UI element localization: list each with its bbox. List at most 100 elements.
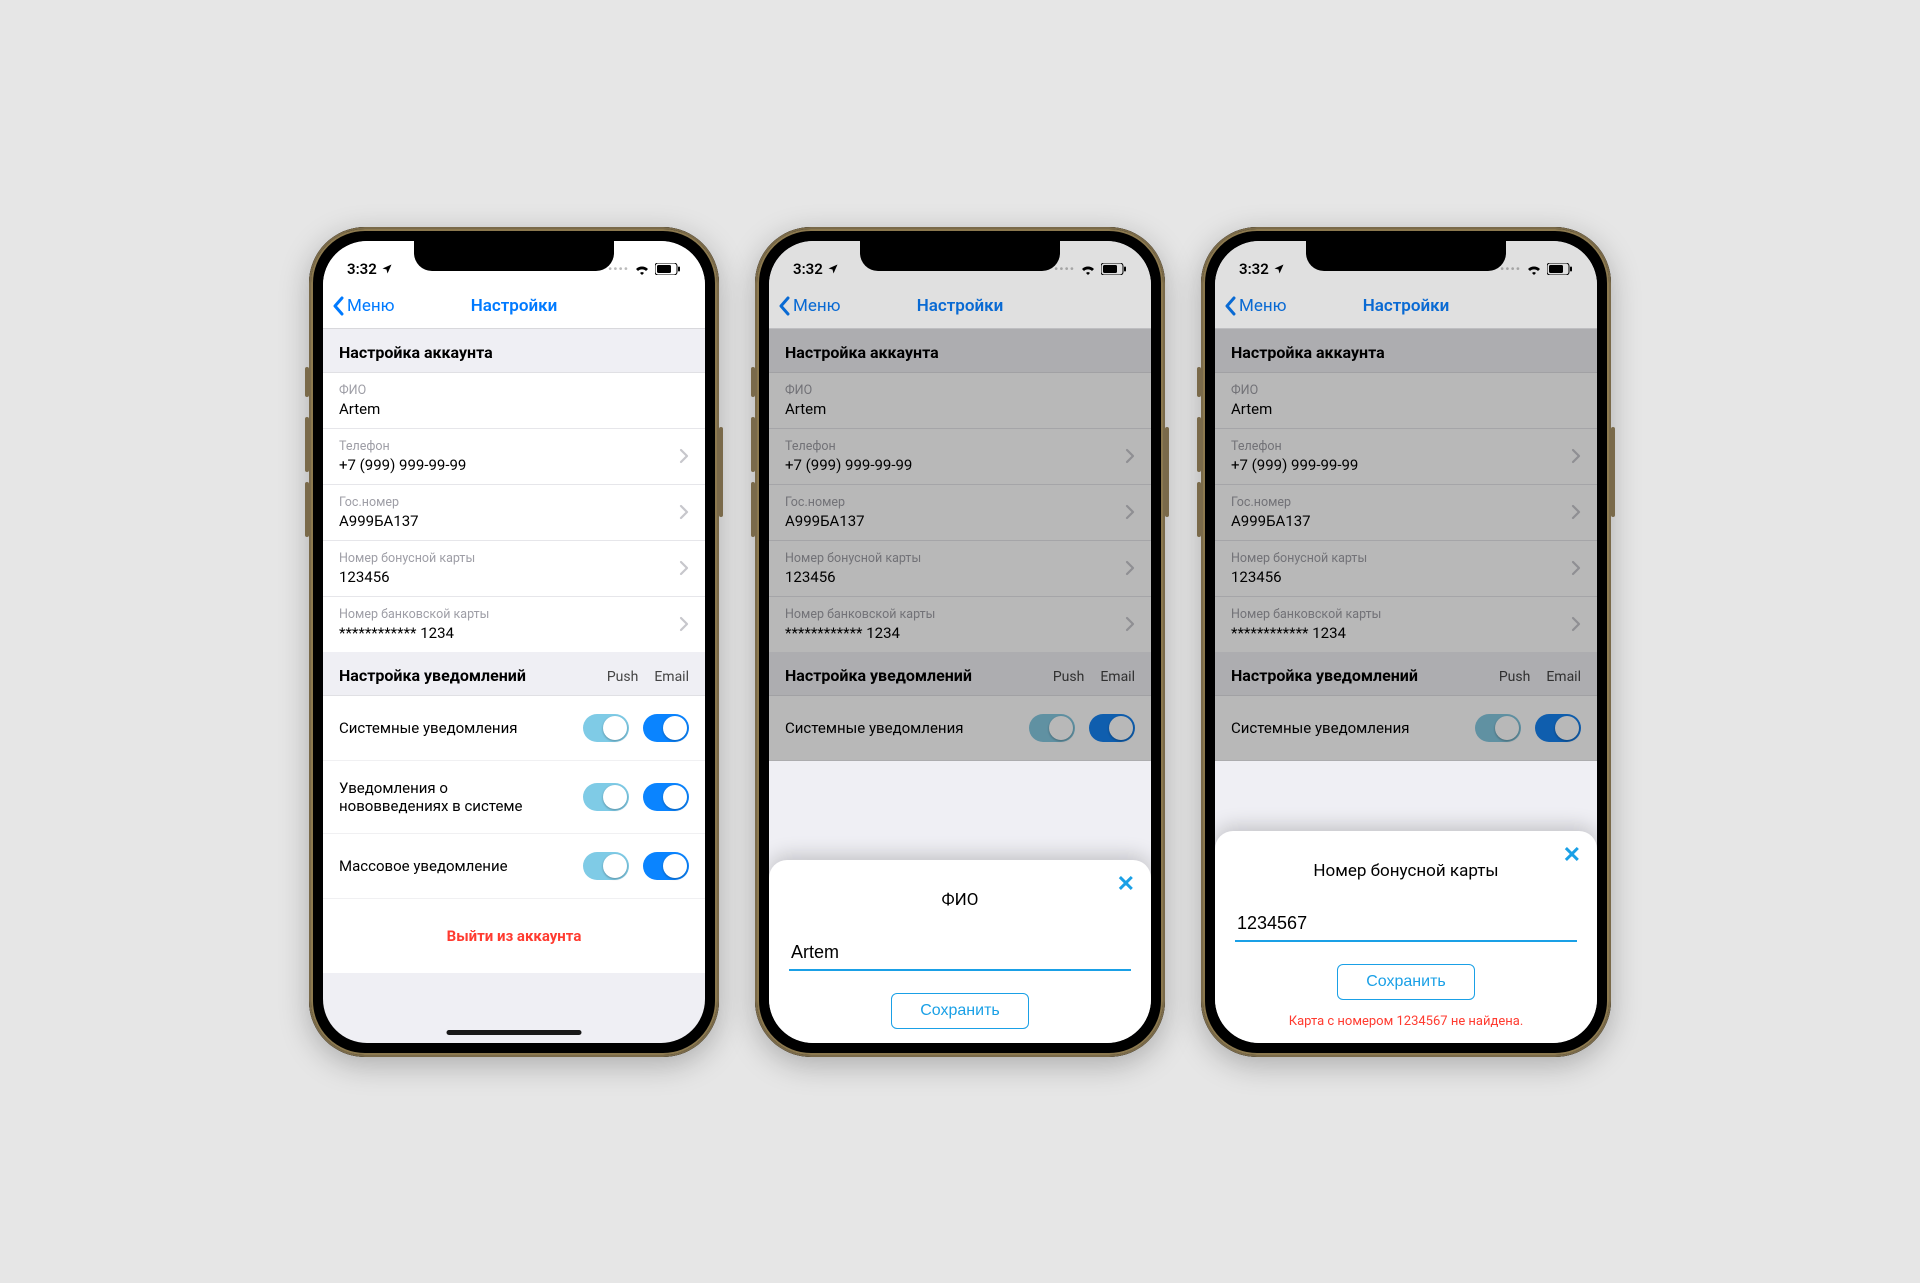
col-push: Push [607,669,639,685]
plate-label: Гос.номер [1231,495,1311,510]
chevron-left-icon [331,296,345,316]
fio-label: ФИО [339,383,380,398]
toggle-news-email[interactable] [643,783,689,811]
back-label: Меню [1239,296,1287,316]
fio-value: Artem [339,400,380,418]
col-email: Email [1100,669,1135,685]
logout-button[interactable]: Выйти из аккаунта [323,899,705,973]
row-phone[interactable]: Телефон+7 (999) 999-99-99 [769,429,1151,485]
row-bonus-card[interactable]: Номер бонусной карты 123456 [769,541,1151,597]
notifications-section-header: Настройка уведомлений PushEmail [1215,652,1597,696]
bonus-label: Номер бонусной карты [785,551,921,566]
fio-value: Artem [785,400,826,418]
status-time: 3:32 [1239,260,1269,278]
save-button[interactable]: Сохранить [891,993,1029,1029]
toggle-mass-email[interactable] [643,852,689,880]
bank-value: ************ 1234 [339,624,489,642]
bank-label: Номер банковской карты [339,607,489,622]
location-icon [827,263,839,275]
fio-value: Artem [1231,400,1272,418]
row-fio[interactable]: ФИО Artem [769,373,1151,429]
phone-frame-1: 3:32 •••• Меню Настройки Настройка [309,227,719,1057]
col-email: Email [654,669,689,685]
plate-value: А999БА137 [785,512,865,530]
bonus-value: 123456 [785,568,921,586]
plate-value: А999БА137 [1231,512,1311,530]
toggle-system-email[interactable] [1089,714,1135,742]
phone-value: +7 (999) 999-99-99 [339,456,466,474]
notch [860,241,1060,271]
chevron-right-icon [1571,616,1581,632]
save-button[interactable]: Сохранить [1337,964,1475,1000]
chevron-right-icon [1125,448,1135,464]
fio-input[interactable] [789,936,1131,971]
notif-mass-label: Массовое уведомление [339,857,508,875]
phone-frame-2: 3:32 •••• Меню Настройки Настройка [755,227,1165,1057]
toggle-system-email[interactable] [643,714,689,742]
notifications-section-header: Настройка уведомлений Push Email [323,652,705,696]
row-fio[interactable]: ФИО Artem [323,373,705,429]
bonus-value: 123456 [339,568,475,586]
battery-icon [1101,263,1127,275]
row-phone[interactable]: Телефон+7 (999) 999-99-99 [1215,429,1597,485]
bonus-card-input[interactable] [1235,907,1577,942]
location-icon [1273,263,1285,275]
row-plate[interactable]: Гос.номерА999БА137 [769,485,1151,541]
status-time: 3:32 [347,260,377,278]
toggle-system-email[interactable] [1535,714,1581,742]
back-button[interactable]: Меню [1215,296,1287,316]
row-plate[interactable]: Гос.номер А999БА137 [1215,485,1597,541]
nav-bar: Меню Настройки [323,285,705,329]
phone-label: Телефон [1231,439,1358,454]
home-indicator[interactable] [447,1030,582,1035]
notif-system-label: Системные уведомления [339,719,517,737]
notch [414,241,614,271]
back-button[interactable]: Меню [323,296,395,316]
fio-label: ФИО [1231,383,1272,398]
bonus-value: 123456 [1231,568,1367,586]
chevron-left-icon [777,296,791,316]
status-time: 3:32 [793,260,823,278]
row-bonus-card[interactable]: Номер бонусной карты123456 [1215,541,1597,597]
chevron-right-icon [1571,448,1581,464]
row-fio[interactable]: ФИО Artem [1215,373,1597,429]
bank-value: ************ 1234 [785,624,935,642]
chevron-right-icon [679,448,689,464]
bank-label: Номер банковской карты [1231,607,1381,622]
back-button[interactable]: Меню [769,296,841,316]
notch [1306,241,1506,271]
row-bank-card[interactable]: Номер банковской карты ************ 1234 [323,597,705,652]
notif-row-system: Системные уведомления [323,696,705,761]
wifi-icon [634,263,650,275]
chevron-right-icon [679,504,689,520]
toggle-mass-push[interactable] [583,852,629,880]
row-bank-card[interactable]: Номер банковской карты************ 1234 [769,597,1151,652]
toggle-system-push[interactable] [1475,714,1521,742]
sheet-title: ФИО [789,890,1131,910]
location-icon [381,263,393,275]
notifications-section-header: Настройка уведомлений PushEmail [769,652,1151,696]
bonus-label: Номер бонусной карты [339,551,475,566]
wifi-icon [1080,263,1096,275]
edit-sheet-fio: ✕ ФИО Сохранить [769,860,1151,1043]
battery-icon [655,263,681,275]
row-phone[interactable]: Телефон +7 (999) 999-99-99 [323,429,705,485]
row-bonus-card[interactable]: Номер бонусной карты 123456 [323,541,705,597]
fio-label: ФИО [785,383,826,398]
row-bank-card[interactable]: Номер банковской карты ************ 1234 [1215,597,1597,652]
cell-signal-icon: •••• [1500,262,1521,276]
row-plate[interactable]: Гос.номер А999БА137 [323,485,705,541]
chevron-right-icon [1125,616,1135,632]
toggle-system-push[interactable] [583,714,629,742]
account-header-label: Настройка аккаунта [785,343,939,362]
toggle-news-push[interactable] [583,783,629,811]
notif-header-label: Настройка уведомлений [785,666,972,685]
account-header-label: Настройка аккаунта [1231,343,1385,362]
close-icon[interactable]: ✕ [1117,872,1135,897]
account-header-label: Настройка аккаунта [339,343,493,362]
phone-label: Телефон [339,439,466,454]
chevron-right-icon [1571,504,1581,520]
close-icon[interactable]: ✕ [1563,843,1581,868]
toggle-system-push[interactable] [1029,714,1075,742]
bank-value: ************ 1234 [1231,624,1381,642]
